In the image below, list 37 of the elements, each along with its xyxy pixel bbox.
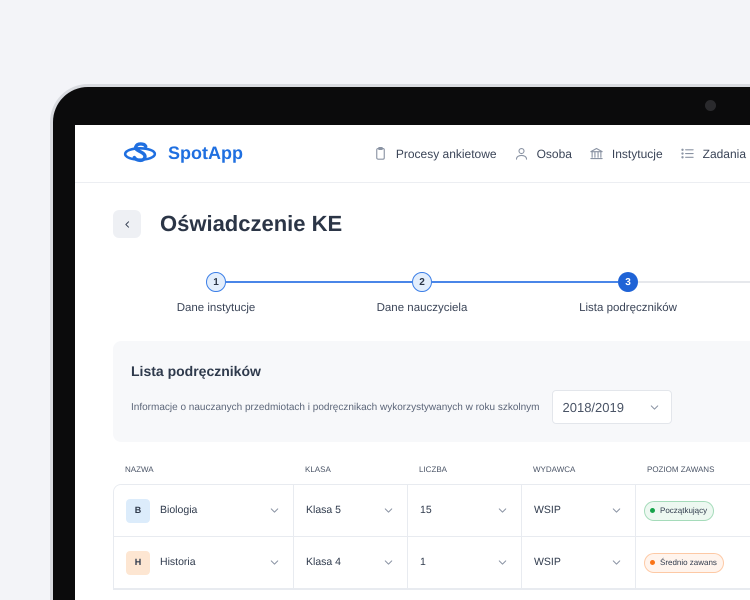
select-cell[interactable]: 15	[408, 485, 522, 536]
panel-title: Lista podręczników	[131, 362, 262, 382]
step-number[interactable]: 2	[412, 272, 432, 292]
bank-icon	[588, 146, 604, 161]
subject-initial: H	[126, 550, 150, 575]
step-label: Dane nauczyciela	[376, 301, 468, 316]
nav-link[interactable]: Instytucje	[588, 144, 663, 162]
camera-icon	[705, 100, 716, 111]
select-cell[interactable]: 1	[408, 537, 522, 588]
select-cell[interactable]: Klasa 4	[294, 537, 408, 588]
column-header: KLASA	[304, 464, 332, 476]
list-icon	[680, 146, 695, 161]
step-number[interactable]: 3	[618, 272, 638, 292]
step-label: Dane instytucje	[176, 301, 256, 316]
column-header: NAZWA	[124, 464, 155, 476]
select-cell[interactable]: WSIP	[522, 537, 636, 588]
column-header: POZIOM ZAWANS	[646, 464, 716, 476]
select-cell[interactable]: B Biologia	[114, 485, 294, 536]
brand-name: SpotApp	[168, 142, 243, 165]
nav-link[interactable]: Procesy ankietowe	[372, 144, 497, 162]
level-badge: Średnio zawans	[644, 552, 724, 573]
panel-description: Informacje o nauczanych przedmiotach i podręcznikach wykorzystywanych w roku szkolnym	[131, 400, 540, 415]
year-select[interactable]: 2018/2019	[552, 390, 672, 424]
column-header: WYDAWCA	[532, 464, 576, 476]
subject-initial: B	[126, 498, 150, 523]
select-cell[interactable]: WSIP	[522, 485, 636, 536]
nav-link[interactable]: Zadania	[680, 144, 746, 162]
step-label: Lista podręczników	[579, 301, 677, 316]
column-header: LICZBA	[418, 464, 448, 476]
nav-link[interactable]: Osoba	[514, 144, 572, 162]
back-button[interactable]	[113, 210, 141, 238]
user-icon	[514, 146, 529, 161]
step-number[interactable]: 1	[206, 272, 226, 292]
page-title: Oświadczenie KE	[160, 210, 342, 238]
level-badge: Początkujący	[644, 500, 714, 521]
select-cell[interactable]: Klasa 5	[294, 485, 408, 536]
select-cell[interactable]: H Historia	[114, 537, 294, 588]
